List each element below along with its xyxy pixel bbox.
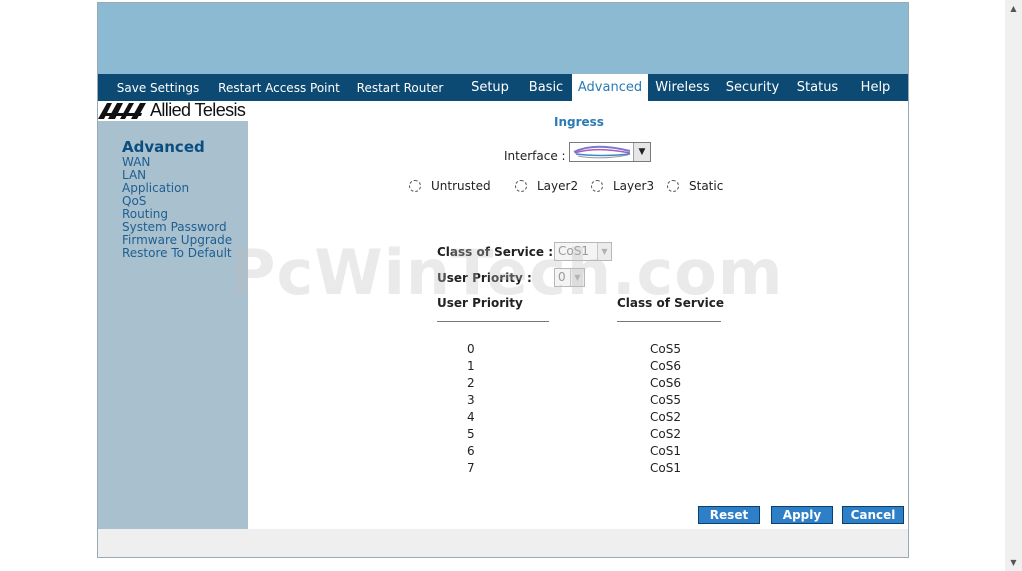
table-row: 7 CoS1 (98, 461, 908, 478)
scroll-down-icon[interactable]: ▼ (1005, 554, 1022, 571)
interface-label: Interface : (504, 149, 566, 163)
row-cos: CoS6 (650, 359, 681, 373)
table-row: 6 CoS1 (98, 444, 908, 461)
row-priority: 3 (467, 393, 475, 407)
table-row: 4 CoS2 (98, 410, 908, 427)
row-priority: 6 (467, 444, 475, 458)
column-divider (437, 321, 549, 322)
chevron-down-icon[interactable]: ▼ (633, 143, 650, 161)
table-row: 1 CoS6 (98, 359, 908, 376)
logo-text: Allied Telesis (150, 100, 246, 120)
header-banner (98, 3, 908, 74)
nav-restart-access-point[interactable]: Restart Access Point (218, 74, 340, 101)
chevron-down-icon[interactable]: ▼ (570, 269, 584, 286)
row-priority: 5 (467, 427, 475, 441)
row-cos: CoS1 (650, 461, 681, 475)
user-priority-label: User Priority : (437, 271, 532, 285)
router-admin-page: Save Settings Restart Access Point Resta… (97, 2, 909, 558)
row-cos: CoS1 (650, 444, 681, 458)
chevron-down-icon[interactable]: ▼ (597, 243, 611, 260)
user-priority-select[interactable]: 0 ▼ (554, 268, 585, 287)
radio-static[interactable]: Static (667, 179, 723, 193)
cancel-button[interactable]: Cancel (842, 506, 904, 524)
nav-restart-router[interactable]: Restart Router (340, 74, 460, 101)
nav-basic[interactable]: Basic (520, 74, 572, 101)
radio-untrusted[interactable]: Untrusted (409, 179, 491, 193)
table-row: 2 CoS6 (98, 376, 908, 393)
column-header-class-of-service: Class of Service (617, 296, 725, 310)
sidebar-menu: WAN LAN Application QoS Routing System P… (122, 156, 232, 260)
reset-button[interactable]: Reset (698, 506, 760, 524)
radio-circle-icon[interactable] (515, 180, 527, 192)
interface-select[interactable]: ▼ (569, 142, 651, 162)
scroll-up-icon[interactable]: ▲ (1005, 0, 1022, 17)
vertical-scrollbar[interactable]: ▲ ▼ (1005, 0, 1022, 571)
column-divider (617, 321, 721, 322)
apply-button[interactable]: Apply (771, 506, 833, 524)
row-cos: CoS2 (650, 427, 681, 441)
row-cos: CoS2 (650, 410, 681, 424)
row-cos: CoS5 (650, 393, 681, 407)
sidebar-item-restore-default[interactable]: Restore To Default (122, 247, 232, 260)
sidebar-heading: Advanced (122, 138, 205, 156)
row-priority: 1 (467, 359, 475, 373)
cos-label: Class of Service : (437, 245, 553, 259)
nav-setup[interactable]: Setup (460, 74, 520, 101)
nav-security[interactable]: Security (717, 74, 788, 101)
radio-circle-icon[interactable] (591, 180, 603, 192)
row-priority: 4 (467, 410, 475, 424)
top-navigation: Save Settings Restart Access Point Resta… (98, 74, 908, 101)
nav-wireless[interactable]: Wireless (648, 74, 717, 101)
radio-circle-icon[interactable] (667, 180, 679, 192)
radio-layer2-label: Layer2 (537, 179, 579, 193)
page-title: Ingress (554, 115, 604, 129)
table-row: 3 CoS5 (98, 393, 908, 410)
row-priority: 0 (467, 342, 475, 356)
nav-help[interactable]: Help (847, 74, 904, 101)
nav-advanced[interactable]: Advanced (572, 74, 648, 101)
nav-save-settings[interactable]: Save Settings (98, 74, 218, 101)
row-cos: CoS5 (650, 342, 681, 356)
table-row: 5 CoS2 (98, 427, 908, 444)
column-header-user-priority: User Priority (437, 296, 523, 310)
allied-telesis-logo: Allied Telesis (98, 100, 248, 121)
radio-circle-icon[interactable] (409, 180, 421, 192)
footer-bar (98, 529, 908, 557)
radio-untrusted-label: Untrusted (431, 179, 491, 193)
row-priority: 7 (467, 461, 475, 475)
radio-layer3[interactable]: Layer3 (591, 179, 654, 193)
logo-mark-icon (98, 103, 146, 119)
radio-layer3-label: Layer3 (613, 179, 655, 193)
row-cos: CoS6 (650, 376, 681, 390)
nav-status[interactable]: Status (788, 74, 847, 101)
radio-layer2[interactable]: Layer2 (515, 179, 578, 193)
row-priority: 2 (467, 376, 475, 390)
cos-select[interactable]: CoS1 ▼ (554, 242, 612, 261)
user-priority-select-value: 0 (558, 270, 566, 284)
interface-graphic-icon (573, 145, 631, 159)
cos-select-value: CoS1 (558, 244, 589, 258)
table-row: 0 CoS5 (98, 342, 908, 359)
radio-static-label: Static (689, 179, 724, 193)
